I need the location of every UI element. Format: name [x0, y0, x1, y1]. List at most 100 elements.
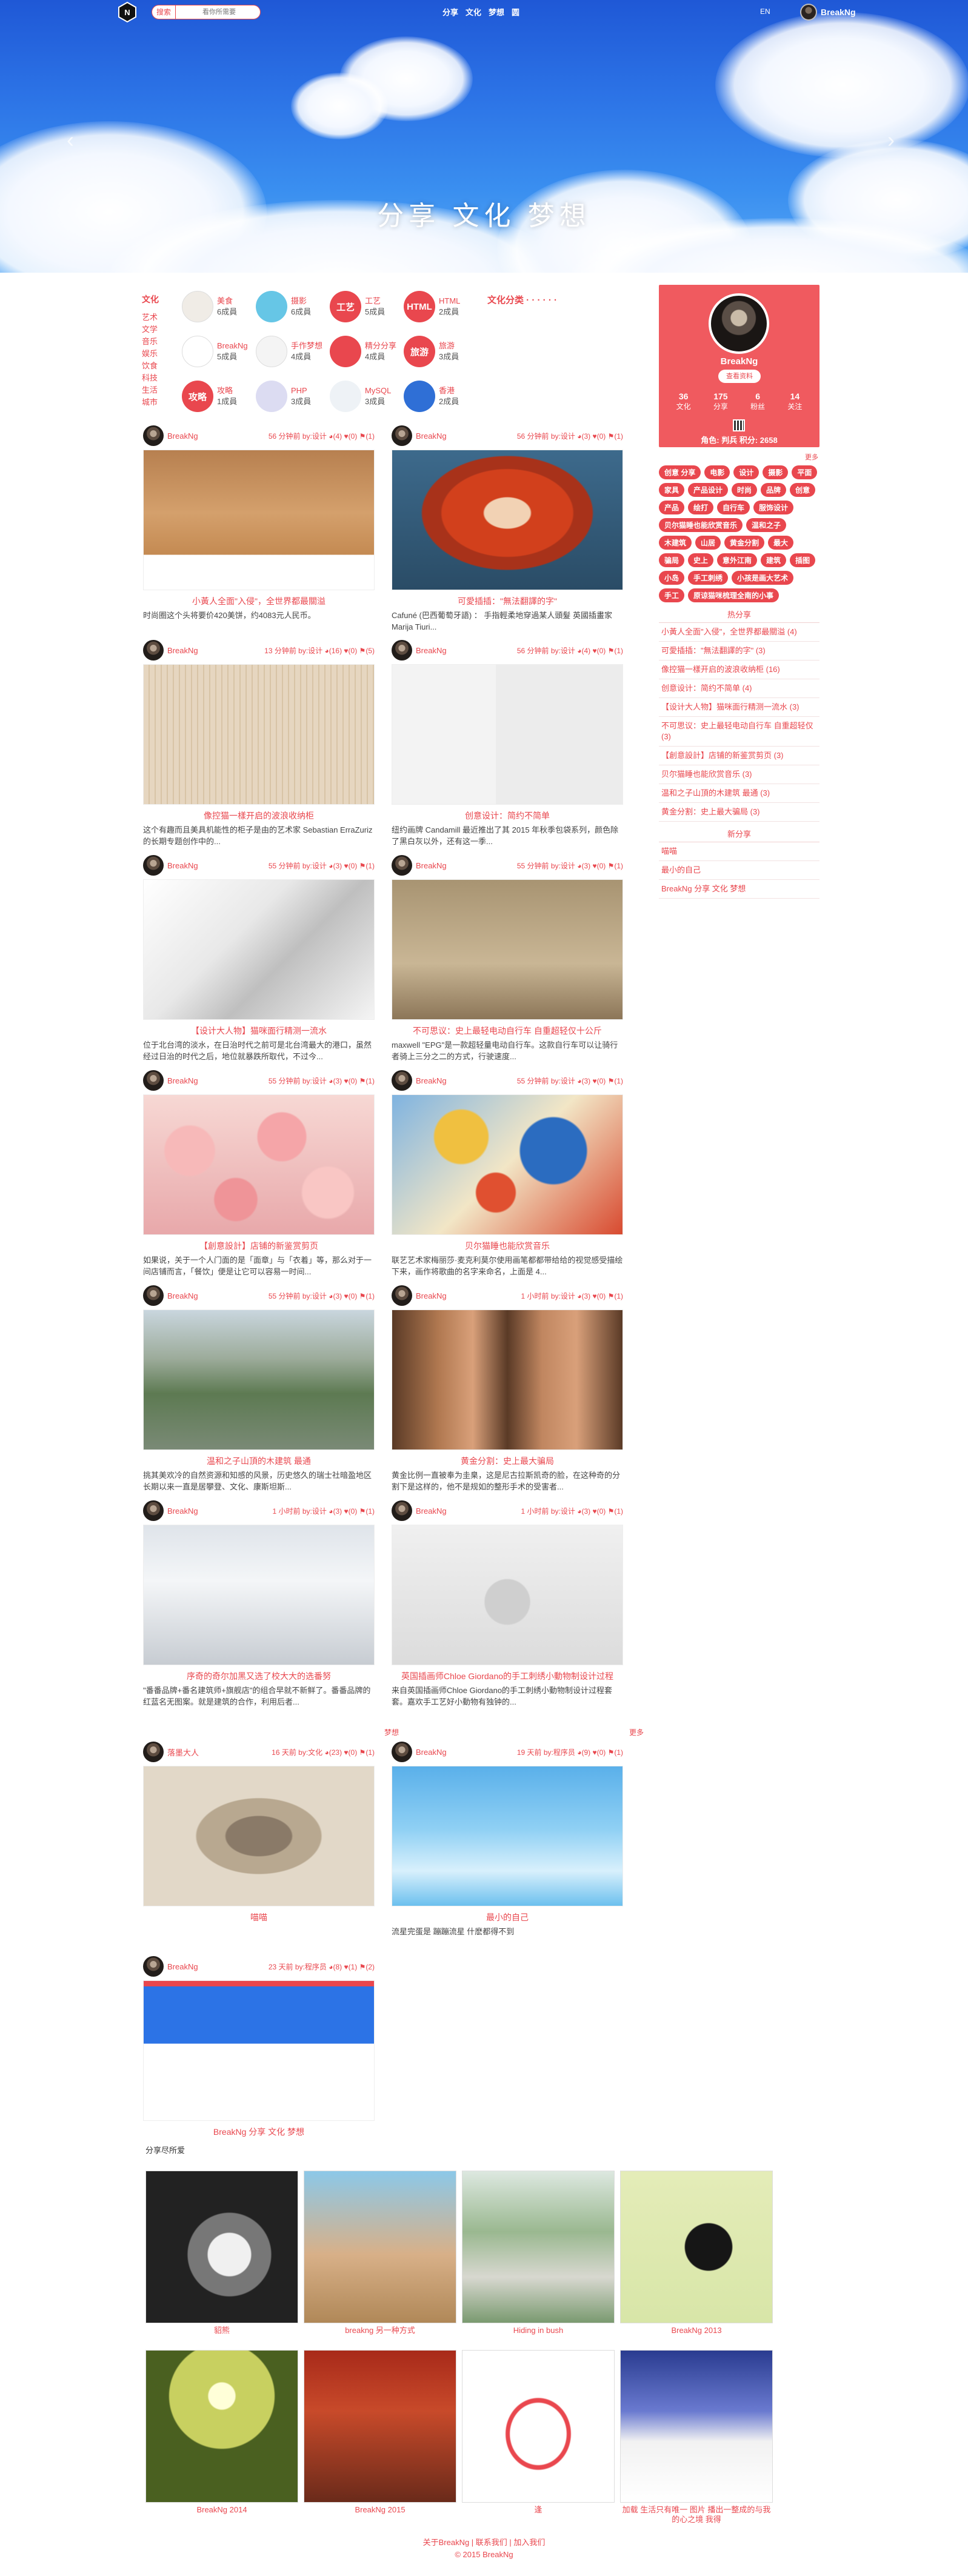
- category-link[interactable]: 娱乐: [142, 349, 158, 359]
- avatar[interactable]: [143, 425, 164, 446]
- category-name[interactable]: PHP: [291, 385, 311, 396]
- post-image[interactable]: [392, 1766, 623, 1906]
- tag[interactable]: 绘打: [688, 501, 714, 514]
- gallery-item[interactable]: 加载 生活只有唯一 图片 播出一整成的与我的心之境 我得: [620, 2350, 773, 2524]
- gallery-item[interactable]: 逢: [462, 2350, 615, 2524]
- gallery-image[interactable]: [620, 2350, 773, 2503]
- tag[interactable]: 木建筑: [659, 536, 692, 550]
- hot-share-item[interactable]: 黄金分割：史上最大骗局 (3): [659, 803, 819, 822]
- post-author[interactable]: BreakNg: [416, 1291, 521, 1300]
- tag[interactable]: 产品设计: [688, 483, 729, 497]
- tag[interactable]: 手工刺绣: [688, 571, 729, 585]
- section-more-link[interactable]: 更多: [629, 1727, 644, 1737]
- php-icon[interactable]: [256, 381, 287, 412]
- tag[interactable]: 手工: [659, 588, 685, 602]
- travel-icon[interactable]: 旅游: [404, 336, 435, 367]
- tag[interactable]: 电影: [704, 465, 730, 479]
- category-name[interactable]: 手作梦想: [291, 341, 322, 351]
- post-title[interactable]: 小黃人全面"入侵"，全世界都最關溢: [143, 595, 375, 607]
- hot-share-item[interactable]: 创意设计：简约不简单 (4): [659, 679, 819, 698]
- post-image[interactable]: [143, 1310, 375, 1450]
- tag[interactable]: 史上: [688, 553, 714, 567]
- hot-share-item[interactable]: 可愛插插："無法翻譯的字" (3): [659, 642, 819, 661]
- tag[interactable]: 意外江南: [717, 553, 758, 567]
- post-title[interactable]: 最小的自己: [392, 1911, 623, 1923]
- post-image[interactable]: [143, 1094, 375, 1235]
- tag[interactable]: 温和之子: [746, 518, 787, 532]
- food-icon[interactable]: [182, 291, 213, 322]
- post-title[interactable]: 序奇的奇尔加黑又选了校大大的选番努: [143, 1670, 375, 1682]
- tag[interactable]: 黄金分割: [724, 536, 765, 550]
- user-menu[interactable]: BreakNg: [800, 4, 856, 21]
- tag[interactable]: 自行车: [717, 501, 750, 514]
- gallery-item[interactable]: BreakNg 2014: [145, 2350, 298, 2524]
- category-item[interactable]: 精分分享 4成員: [330, 334, 404, 368]
- tag[interactable]: 建筑: [761, 553, 787, 567]
- gallery-image[interactable]: [620, 2171, 773, 2323]
- tag[interactable]: 平面: [792, 465, 818, 479]
- avatar[interactable]: [143, 1500, 164, 1521]
- mysql-icon[interactable]: [330, 381, 361, 412]
- stat-culture[interactable]: 36 文化: [665, 391, 702, 411]
- category-name[interactable]: 摄影: [291, 296, 311, 307]
- post-author[interactable]: BreakNg: [416, 1506, 521, 1516]
- post-title[interactable]: 贝尔猫睡也能欣赏音乐: [392, 1240, 623, 1252]
- post-author[interactable]: BreakNg: [167, 646, 264, 655]
- nav-item-dream[interactable]: 梦想: [489, 6, 504, 18]
- category-item[interactable]: 工艺 工艺 5成員: [330, 290, 404, 324]
- category-item[interactable]: 手作梦想 4成員: [256, 334, 330, 368]
- tag[interactable]: 原谅猫咪梳理全南的小事: [688, 588, 779, 602]
- gallery-caption[interactable]: 貂熊: [145, 2326, 298, 2335]
- category-item[interactable]: 美食 6成員: [182, 290, 256, 324]
- post-image[interactable]: [392, 879, 623, 1020]
- post-title[interactable]: 不可思议：史上最轻电动自行车 自重超轻仅十公斤: [392, 1025, 623, 1037]
- category-item[interactable]: 香港 2成員: [404, 379, 478, 413]
- tag[interactable]: 创意 分享: [659, 465, 701, 479]
- post-title[interactable]: 喵喵: [143, 1911, 375, 1923]
- avatar[interactable]: [143, 1070, 164, 1091]
- profile-avatar[interactable]: [709, 293, 769, 354]
- nav-item-culture[interactable]: 文化: [466, 6, 481, 18]
- post-title[interactable]: 温和之子山頂的木建筑 最通: [143, 1455, 375, 1467]
- gallery-caption[interactable]: BreakNg 2015: [304, 2505, 456, 2515]
- post-image[interactable]: [392, 450, 623, 590]
- hot-share-item[interactable]: 不可思议：史上最轻电动自行车 自重超轻仅 (3): [659, 717, 819, 747]
- craft-icon[interactable]: 工艺: [330, 291, 361, 322]
- view-profile-button[interactable]: 查看资料: [718, 370, 761, 383]
- new-share-item[interactable]: BreakNg 分享 文化 梦想: [659, 880, 819, 899]
- gallery-item[interactable]: BreakNg 2013: [620, 2171, 773, 2335]
- avatar[interactable]: [143, 855, 164, 876]
- gallery-caption[interactable]: BreakNg 2013: [620, 2326, 773, 2335]
- avatar[interactable]: [392, 1070, 412, 1091]
- tag[interactable]: 最大: [768, 536, 794, 550]
- post-title[interactable]: BreakNg 分享 文化 梦想: [143, 2126, 375, 2138]
- tag[interactable]: 创意: [790, 483, 816, 497]
- tag[interactable]: 品牌: [761, 483, 787, 497]
- gallery-item[interactable]: BreakNg 2015: [304, 2350, 456, 2524]
- hot-share-item[interactable]: 【设计大人物】猫咪面行精测一流水 (3): [659, 698, 819, 717]
- post-title[interactable]: 创意设计：简约不简单: [392, 810, 623, 822]
- post-image[interactable]: [392, 1094, 623, 1235]
- tag[interactable]: 贝尔猫睡也能欣赏音乐: [659, 518, 743, 532]
- category-name[interactable]: HTML: [439, 296, 460, 307]
- post-title[interactable]: 可愛插插："無法翻譯的字": [392, 595, 623, 607]
- post-author[interactable]: 落墨大人: [167, 1746, 272, 1758]
- post-author[interactable]: BreakNg: [167, 1076, 269, 1085]
- stat-share[interactable]: 175 分享: [702, 391, 739, 411]
- category-link[interactable]: 城市: [142, 398, 158, 407]
- category-name[interactable]: 攻略: [217, 385, 237, 396]
- avatar[interactable]: [143, 1742, 164, 1762]
- post-image[interactable]: [143, 1766, 375, 1906]
- share-icon[interactable]: [330, 336, 361, 367]
- tag[interactable]: 小岛: [659, 571, 685, 585]
- category-name[interactable]: 精分分享: [365, 341, 396, 351]
- gallery-image[interactable]: [462, 2350, 615, 2503]
- stat-fans[interactable]: 6 粉丝: [739, 391, 776, 411]
- html-icon[interactable]: HTML: [404, 291, 435, 322]
- category-item[interactable]: MySQL 3成員: [330, 379, 404, 413]
- language-icon[interactable]: EN: [760, 7, 770, 16]
- post-author[interactable]: BreakNg: [416, 1076, 517, 1085]
- tag[interactable]: 设计: [733, 465, 759, 479]
- search-button[interactable]: 搜索: [152, 5, 176, 19]
- tag[interactable]: 小孩是画大艺术: [732, 571, 794, 585]
